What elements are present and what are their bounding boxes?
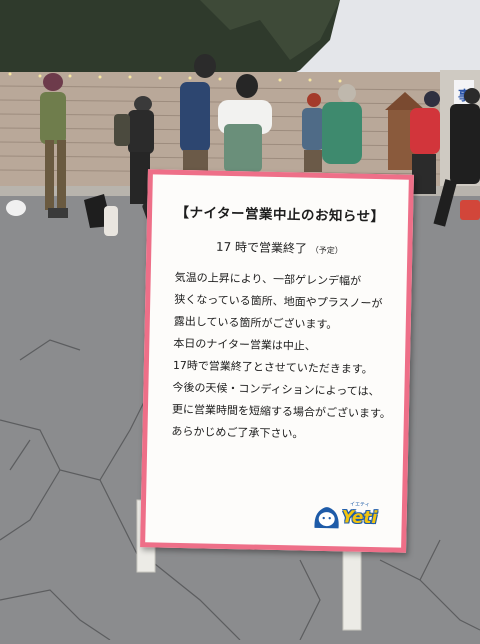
yeti-logo: イエティ Yeti (311, 502, 392, 534)
sign-line: あらかじめご了承下さい。 (171, 424, 304, 441)
sign-subtitle: 17 時で営業終了 （予定） (151, 236, 407, 258)
subtitle-text: 17 時で営業終了 (215, 239, 308, 256)
yeti-mascot-icon (314, 507, 339, 529)
sign-body: 気温の上昇により、一部ゲレンデ幅が 狭くなっている箇所、地面やプラスノーが 露出… (171, 267, 393, 448)
sign-title: 【ナイター営業中止のお知らせ】 (175, 204, 385, 226)
subtitle-note: （予定） (310, 245, 343, 256)
logo-text: Yeti (341, 507, 378, 529)
outdoor-scene: 事 (0, 0, 480, 641)
notice-sign: 【ナイター営業中止のお知らせ】 17 時で営業終了 （予定） 気温の上昇により、… (140, 169, 414, 553)
